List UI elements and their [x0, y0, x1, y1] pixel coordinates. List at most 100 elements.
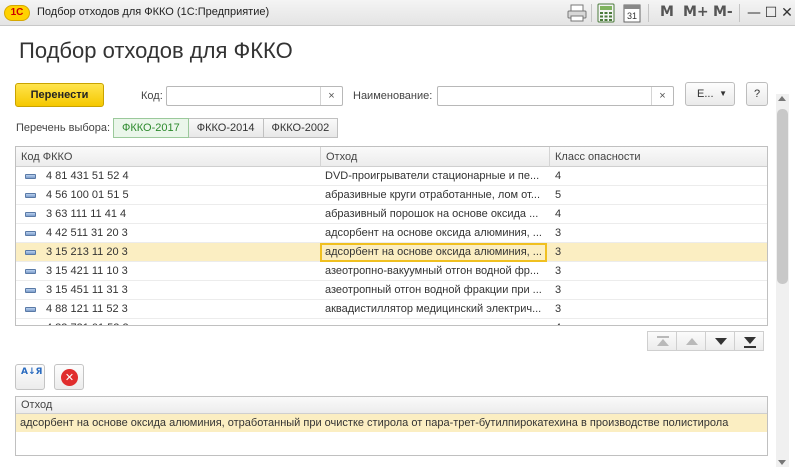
scroll-up-arrow-icon[interactable] [778, 96, 786, 101]
close-button[interactable]: ✕ [777, 3, 795, 23]
table-row[interactable]: 4 88 121 11 52 3 аквадистиллятор медицинс… [16, 300, 767, 319]
row-item-icon [25, 193, 36, 198]
table-row[interactable]: 3 63 111 11 41 4 абразивный порошок на ос… [16, 205, 767, 224]
sort-az-icon: А↓Я [21, 367, 43, 377]
toolbar-separator [648, 4, 649, 22]
tab-fkko-2002[interactable]: ФККО-2002 [262, 118, 339, 138]
cell-class: 3 [555, 227, 562, 239]
form-title: Подбор отходов для ФККО [19, 38, 293, 63]
clear-name-button[interactable]: × [651, 87, 673, 105]
clear-code-button[interactable]: × [320, 87, 342, 105]
scroll-up-button[interactable] [676, 331, 706, 351]
scroll-last-arrow-icon [744, 337, 756, 344]
memory-plus-button[interactable]: M+ [683, 4, 709, 20]
cell-class: 4 [555, 319, 755, 325]
code-field[interactable]: × [166, 86, 343, 106]
cell-waste[interactable]: DVD-проигрыватели стационарные и пе... [325, 167, 552, 186]
delete-button[interactable]: ✕ [54, 364, 84, 390]
column-header-waste[interactable]: Отход [320, 147, 549, 167]
table-navigation [647, 331, 764, 351]
scroll-last-icon [744, 346, 756, 348]
table-header: Код ФККО Отход Класс опасности [16, 147, 767, 167]
tab-fkko-2017[interactable]: ФККО-2017 [113, 118, 189, 138]
delete-icon: ✕ [61, 369, 78, 386]
table-row[interactable]: 3 15 421 11 10 3 азеотропно-вакуумный отг… [16, 262, 767, 281]
waste-table[interactable]: Код ФККО Отход Класс опасности 4 81 431 … [15, 146, 768, 326]
cell-code: 4 56 100 01 51 5 [46, 189, 129, 201]
cell-waste[interactable]: аквадистиллятор медицинский электрич... [325, 300, 552, 319]
cell-class: 3 [555, 284, 562, 296]
more-actions-label: Е... [697, 88, 714, 100]
cell-code: 4 42 511 31 20 3 [46, 227, 128, 239]
calculator-icon[interactable] [597, 3, 615, 23]
cell-waste[interactable]: абразивный порошок на основе оксида ... [325, 205, 552, 224]
cell-class: 5 [555, 189, 562, 201]
arrow-up-icon [686, 338, 698, 345]
toolbar-separator [591, 4, 592, 22]
cell-waste[interactable]: азеотропный отгон водной фракции при ... [325, 281, 552, 300]
print-icon[interactable] [566, 3, 588, 23]
arrow-down-icon [715, 338, 727, 345]
table-row[interactable]: 3 15 451 11 31 3 азеотропный отгон водной… [16, 281, 767, 300]
selected-waste-table[interactable]: Отход адсорбент на основе оксида алюмини… [15, 396, 768, 456]
cell-class: 4 [555, 170, 562, 182]
scrollbar-thumb[interactable] [777, 109, 788, 284]
svg-text:31: 31 [627, 11, 637, 21]
column-header-code[interactable]: Код ФККО [16, 147, 320, 167]
cell-class: 4 [555, 208, 562, 220]
selected-waste-header: Отход [16, 397, 767, 414]
cell-code: 3 15 451 11 31 3 [46, 284, 128, 296]
cell-waste[interactable]: азеотропно-вакуумный отгон водной фр... [325, 262, 552, 281]
row-item-icon [25, 231, 36, 236]
code-label: Код: [141, 90, 163, 102]
row-item-icon [25, 250, 36, 255]
cell-code: 3 15 421 11 10 3 [46, 265, 128, 277]
memory-minus-button[interactable]: M- [713, 4, 733, 20]
scroll-first-arrow-icon [657, 339, 669, 346]
tab-fkko-2014[interactable]: ФККО-2014 [187, 118, 264, 138]
scroll-down-arrow-icon[interactable] [778, 460, 786, 465]
cell-code: 4 88 121 11 52 3 [46, 303, 128, 315]
row-item-icon [25, 174, 36, 179]
selected-waste-row[interactable]: адсорбент на основе оксида алюминия, отр… [16, 414, 767, 432]
table-row[interactable]: 4 83 731 01 52 3 4 [16, 319, 767, 325]
table-row[interactable]: 4 56 100 01 51 5 абразивные круги отработ… [16, 186, 767, 205]
cell-code: 3 15 213 11 20 3 [46, 246, 128, 258]
name-field[interactable]: × [437, 86, 674, 106]
scroll-down-button[interactable] [705, 331, 735, 351]
list-selector-tabs: ФККО-2017 ФККО-2014 ФККО-2002 [113, 118, 339, 138]
cell-waste[interactable]: адсорбент на основе оксида алюминия, ... [325, 224, 552, 243]
table-row[interactable]: 4 42 511 31 20 3 адсорбент на основе окси… [16, 224, 767, 243]
cell-code: 4 83 731 01 52 3 [46, 319, 316, 325]
table-row[interactable]: 3 15 213 11 20 3 адсорбент на основе окси… [16, 243, 767, 262]
list-selector-label: Перечень выбора: [16, 122, 111, 134]
table-row[interactable]: 4 81 431 51 52 4 DVD-проигрыватели стацио… [16, 167, 767, 186]
memory-m-button[interactable]: M [660, 4, 674, 20]
column-header-class[interactable]: Класс опасности [549, 147, 767, 167]
sort-button[interactable]: А↓Я [15, 364, 45, 390]
row-item-icon [25, 212, 36, 217]
cell-code: 3 63 111 11 41 4 [46, 208, 127, 220]
cell-waste[interactable]: абразивные круги отработанные, лом от... [325, 186, 552, 205]
window-titlebar: 1С Подбор отходов для ФККО (1С:Предприят… [0, 0, 795, 26]
row-item-icon [25, 307, 36, 312]
cell-code: 4 81 431 51 52 4 [46, 170, 129, 182]
scroll-last-button[interactable] [734, 331, 764, 351]
row-item-icon [25, 288, 36, 293]
vertical-scrollbar[interactable] [776, 94, 789, 467]
scroll-first-icon [657, 336, 669, 338]
help-button[interactable]: ? [746, 82, 768, 106]
cell-waste[interactable] [325, 319, 552, 325]
cell-waste[interactable]: адсорбент на основе оксида алюминия, ... [320, 243, 547, 262]
chevron-down-icon: ▼ [719, 89, 727, 98]
row-item-icon [25, 269, 36, 274]
transfer-button[interactable]: Перенести [15, 83, 104, 107]
cell-class: 3 [555, 303, 562, 315]
toolbar-separator [739, 4, 740, 22]
name-label: Наименование: [353, 90, 433, 102]
more-actions-button[interactable]: Е... ▼ [685, 82, 735, 106]
scroll-first-button[interactable] [647, 331, 677, 351]
calendar-icon[interactable]: 31 [623, 3, 641, 23]
cell-class: 3 [555, 246, 562, 258]
cell-class: 3 [555, 265, 562, 277]
